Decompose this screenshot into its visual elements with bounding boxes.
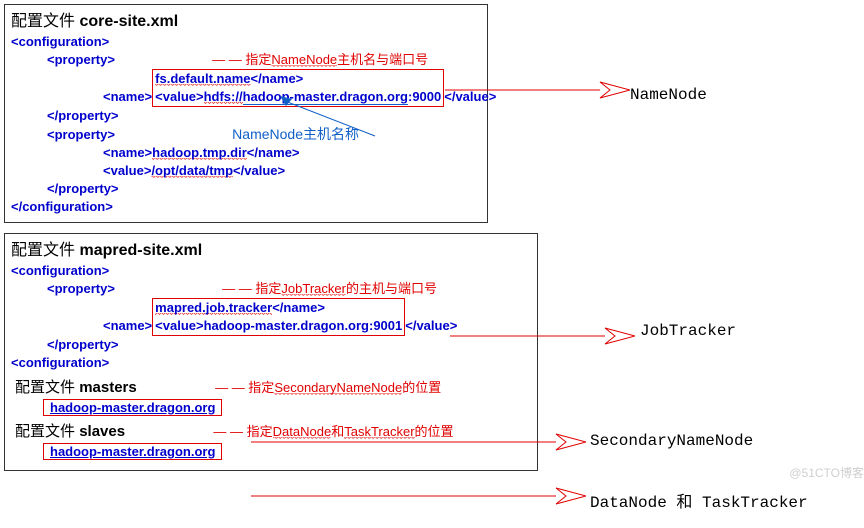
arrow-jobtracker xyxy=(445,326,635,346)
slaves-host: hadoop-master.dragon.org xyxy=(46,443,219,460)
jt-box: mapred.job.tracker</name> <value>hadoop-… xyxy=(152,298,405,336)
arrow-namenode xyxy=(440,80,630,100)
masters-host: hadoop-master.dragon.org xyxy=(46,399,219,416)
masters-title: 配置文件 masters — — 指定SecondaryNameNode的位置 xyxy=(15,376,531,397)
label-jobtracker: JobTracker xyxy=(640,322,736,340)
watermark: @51CTO博客 xyxy=(789,464,864,481)
title-prefix: 配置文件 xyxy=(11,13,75,30)
cfg-open2: <configuration> xyxy=(11,262,531,280)
cfg-close: </configuration> xyxy=(11,198,481,216)
panel2-title: 配置文件 mapred-site.xml xyxy=(11,236,531,260)
arrow-hostname xyxy=(280,96,400,144)
prop-jt-row: <property> — — 指定JobTracker的主机与端口号 xyxy=(11,280,531,298)
label-secondary: SecondaryNameNode xyxy=(590,432,753,450)
panel-core-site: 配置文件 core-site.xml <configuration> <prop… xyxy=(4,4,488,223)
cfg-mid: <configuration> xyxy=(11,354,531,372)
comment-namenode: — — 指定NameNode主机名与端口号 xyxy=(212,52,428,68)
title-file: core-site.xml xyxy=(79,13,178,30)
prop2-row: <property> NameNode主机名称 xyxy=(11,125,481,144)
name2-row: <name>hadoop.tmp.dir</name> xyxy=(11,144,481,162)
prop1-row: <property> — — 指定NameNode主机名与端口号 xyxy=(11,51,481,69)
label-datanode: DataNode 和 TaskTracker xyxy=(590,488,808,512)
prop-open: <property> xyxy=(47,52,115,67)
prop-close: </property> xyxy=(11,107,481,125)
panel1-title: 配置文件 core-site.xml xyxy=(11,7,481,31)
arrow-secondary xyxy=(246,432,586,452)
comment-secondary: — — 指定SecondaryNameNode的位置 xyxy=(215,380,441,396)
value2-row: <value>/opt/data/tmp</value> xyxy=(11,162,481,180)
prop-close2: </property> xyxy=(11,180,481,198)
name1-row: <name>fs.default.name</name> <value>hdfs… xyxy=(11,69,481,107)
comment-jobtracker: — — 指定JobTracker的主机与端口号 xyxy=(222,281,437,297)
cfg-open: <configuration> xyxy=(11,33,481,51)
label-namenode: NameNode xyxy=(630,86,707,104)
arrow-datanode xyxy=(246,486,586,506)
masters-host-box: hadoop-master.dragon.org xyxy=(43,399,531,416)
